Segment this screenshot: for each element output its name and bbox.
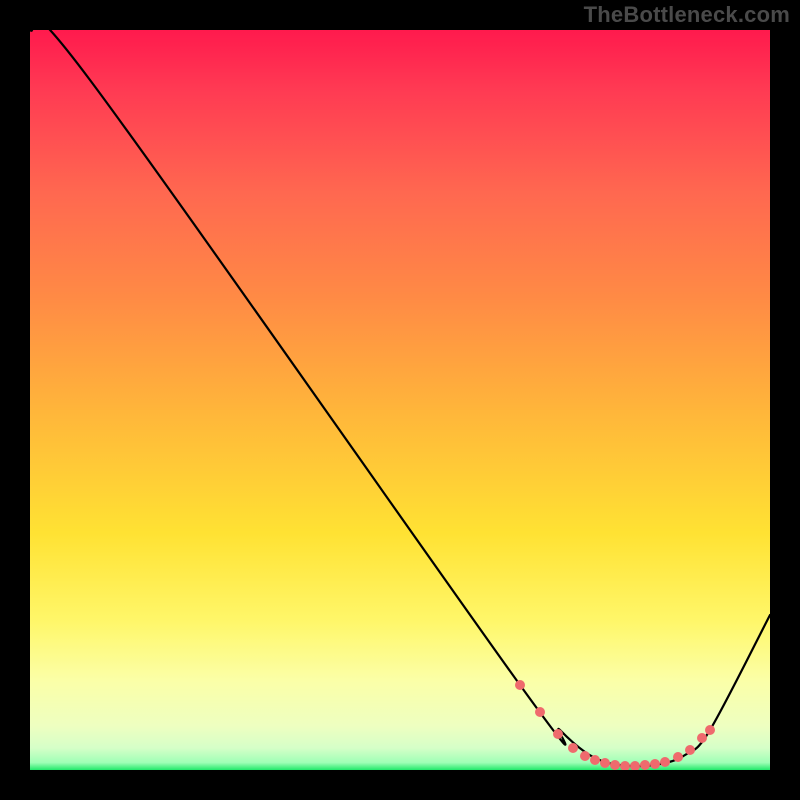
highlight-dot	[650, 759, 660, 769]
highlight-dot	[515, 680, 525, 690]
highlight-dot	[697, 733, 707, 743]
highlight-dot	[673, 752, 683, 762]
highlight-dots	[515, 680, 715, 770]
plot-area	[30, 30, 770, 770]
highlight-dot	[535, 707, 545, 717]
highlight-dot	[630, 761, 640, 770]
highlight-dot	[705, 725, 715, 735]
highlight-dot	[590, 755, 600, 765]
curve-svg	[30, 30, 770, 770]
bottleneck-curve	[30, 30, 770, 766]
highlight-dot	[610, 760, 620, 770]
highlight-dot	[620, 761, 630, 770]
highlight-dot	[580, 751, 590, 761]
highlight-dot	[600, 758, 610, 768]
highlight-dot	[568, 743, 578, 753]
watermark-text: TheBottleneck.com	[584, 2, 790, 28]
highlight-dot	[553, 729, 563, 739]
highlight-dot	[660, 757, 670, 767]
highlight-dot	[685, 745, 695, 755]
chart-frame: TheBottleneck.com	[0, 0, 800, 800]
highlight-dot	[640, 760, 650, 770]
